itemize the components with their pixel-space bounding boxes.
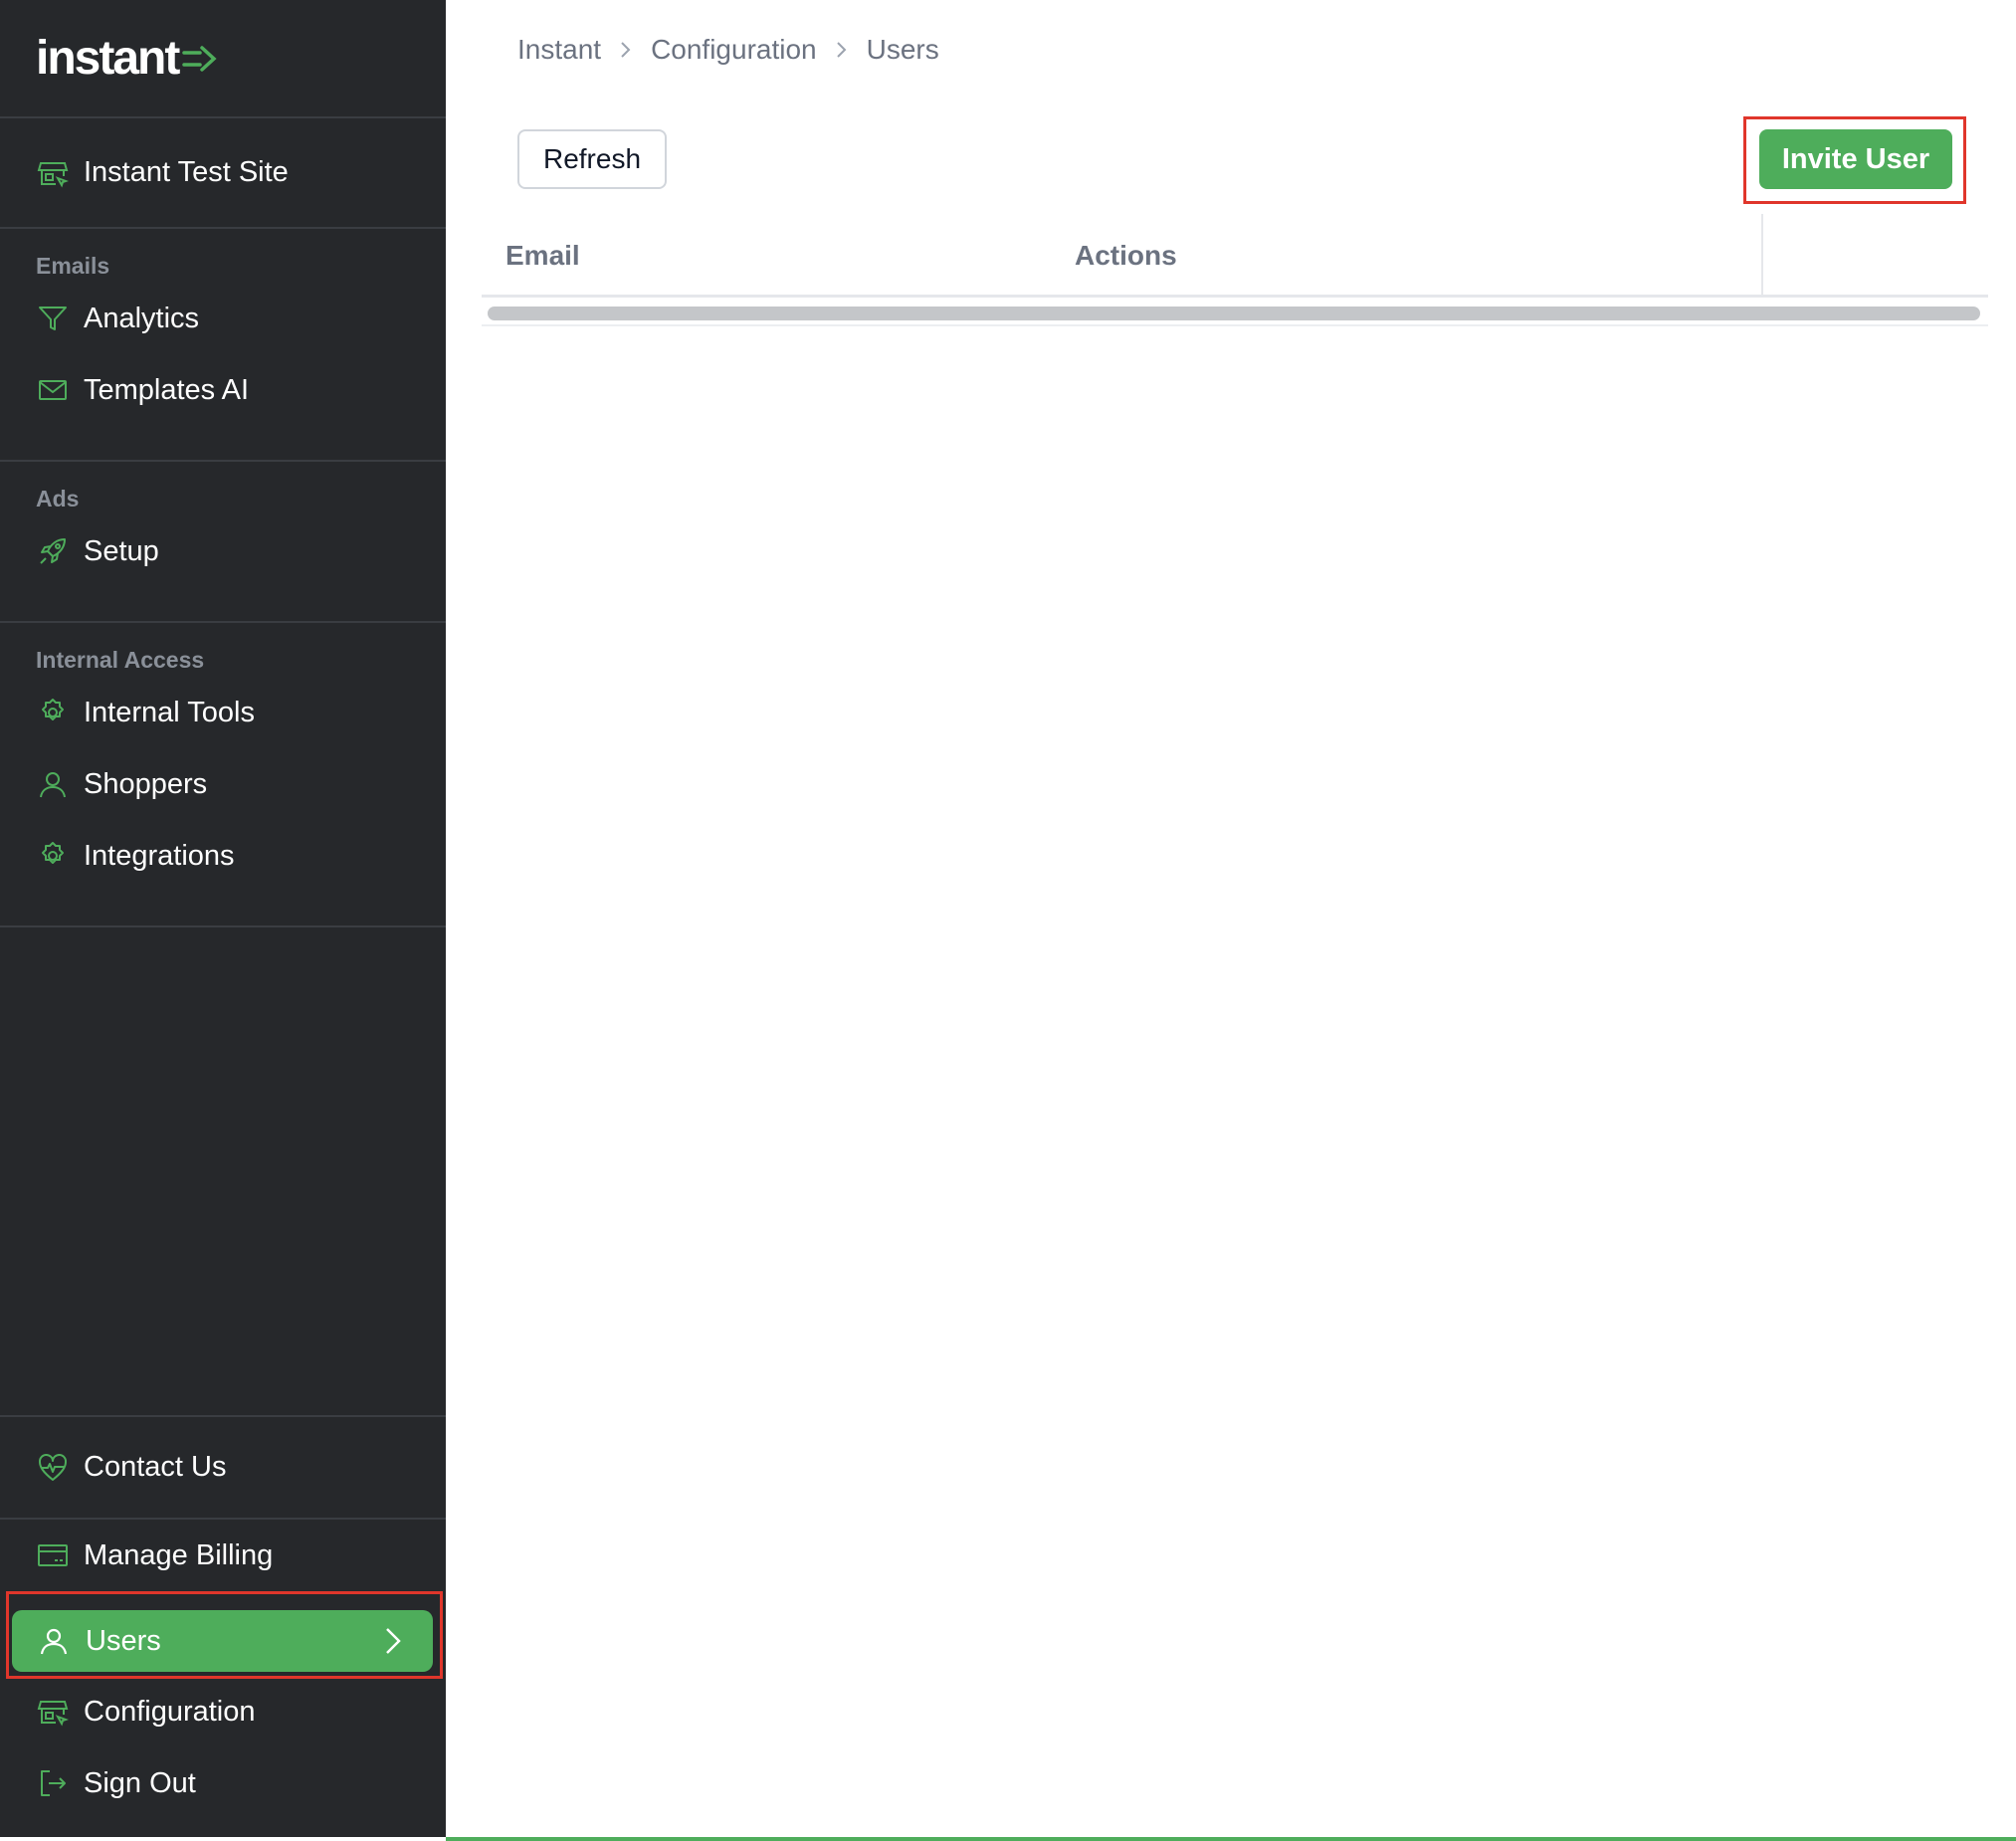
refresh-button[interactable]: Refresh — [517, 129, 667, 189]
table-header: Email Actions — [482, 214, 1988, 298]
section-title-internal: Internal Access — [36, 647, 205, 673]
section-title-ads: Ads — [36, 486, 80, 511]
sidebar-item-internal-tools[interactable]: Internal Tools — [0, 677, 446, 748]
rocket-icon — [36, 534, 70, 568]
sidebar-item-label: Configuration — [84, 1695, 256, 1728]
sidebar-item-label: Shoppers — [84, 767, 208, 800]
chevron-right-icon — [619, 39, 633, 61]
horizontal-scrollbar[interactable] — [482, 301, 1988, 326]
envelope-icon — [36, 373, 70, 407]
user-icon — [38, 1624, 72, 1658]
sidebar-item-label: Setup — [84, 534, 159, 567]
sidebar-item-users[interactable]: Users — [12, 1610, 433, 1672]
column-header-email[interactable]: Email — [505, 240, 580, 272]
bottom-accent-line — [446, 1837, 2016, 1841]
sidebar-item-configuration[interactable]: Configuration — [0, 1676, 446, 1747]
sidebar: instant Instant Test Site Emails Analyti… — [0, 0, 446, 1837]
sidebar-item-templates-ai[interactable]: Templates AI — [0, 354, 446, 426]
sidebar-item-label: Contact Us — [84, 1451, 227, 1483]
logo-text: instant — [36, 32, 180, 85]
breadcrumb-item-configuration[interactable]: Configuration — [651, 34, 817, 66]
logo-arrow-icon — [182, 44, 218, 74]
site-selector[interactable]: Instant Test Site — [0, 118, 446, 229]
storefront-icon — [36, 1695, 70, 1729]
breadcrumb-item-users: Users — [866, 34, 939, 65]
sidebar-item-label: Integrations — [84, 839, 235, 872]
section-contact: Contact Us — [0, 1415, 446, 1520]
sidebar-item-label: Users — [86, 1624, 161, 1657]
chevron-right-icon — [383, 1626, 403, 1664]
section-internal-access: Internal Access Internal Tools Shoppers … — [0, 623, 446, 927]
section-ads: Ads Setup — [0, 462, 446, 623]
section-account: Manage Billing — [0, 1520, 446, 1591]
sidebar-item-label: Analytics — [84, 302, 200, 334]
gear-icon — [36, 696, 70, 729]
sidebar-item-label: Sign Out — [84, 1766, 196, 1799]
funnel-icon — [36, 302, 70, 335]
section-account-lower: Configuration Sign Out — [0, 1676, 446, 1819]
chevron-right-icon — [835, 39, 849, 61]
sidebar-item-analytics[interactable]: Analytics — [0, 283, 446, 354]
breadcrumb-item-instant[interactable]: Instant — [517, 34, 601, 66]
sidebar-item-label: Manage Billing — [84, 1538, 274, 1571]
sign-out-icon — [36, 1766, 70, 1800]
user-icon — [36, 767, 70, 801]
credit-card-icon — [36, 1538, 70, 1572]
sidebar-item-manage-billing[interactable]: Manage Billing — [0, 1520, 446, 1591]
sidebar-item-setup[interactable]: Setup — [0, 515, 446, 587]
sidebar-item-label: Internal Tools — [84, 696, 255, 728]
invite-user-button[interactable]: Invite User — [1759, 129, 1952, 189]
section-emails: Emails Analytics Templates AI — [0, 229, 446, 462]
heart-pulse-icon — [36, 1451, 70, 1485]
scrollbar-thumb[interactable] — [488, 307, 1980, 320]
sidebar-item-sign-out[interactable]: Sign Out — [0, 1747, 446, 1819]
column-header-actions: Actions — [1075, 240, 1177, 271]
sidebar-item-contact-us[interactable]: Contact Us — [0, 1432, 226, 1504]
sidebar-item-shoppers[interactable]: Shoppers — [0, 748, 446, 820]
site-item[interactable]: Instant Test Site — [36, 137, 289, 209]
breadcrumb: Instant Configuration Users — [517, 34, 939, 66]
storefront-icon — [36, 156, 70, 190]
section-title-emails: Emails — [36, 253, 110, 279]
sidebar-item-integrations[interactable]: Integrations — [0, 820, 446, 892]
site-name: Instant Test Site — [84, 156, 289, 188]
sidebar-item-label: Templates AI — [84, 373, 250, 406]
gear-icon — [36, 839, 70, 873]
logo[interactable]: instant — [0, 0, 446, 118]
column-divider — [1761, 214, 1763, 298]
